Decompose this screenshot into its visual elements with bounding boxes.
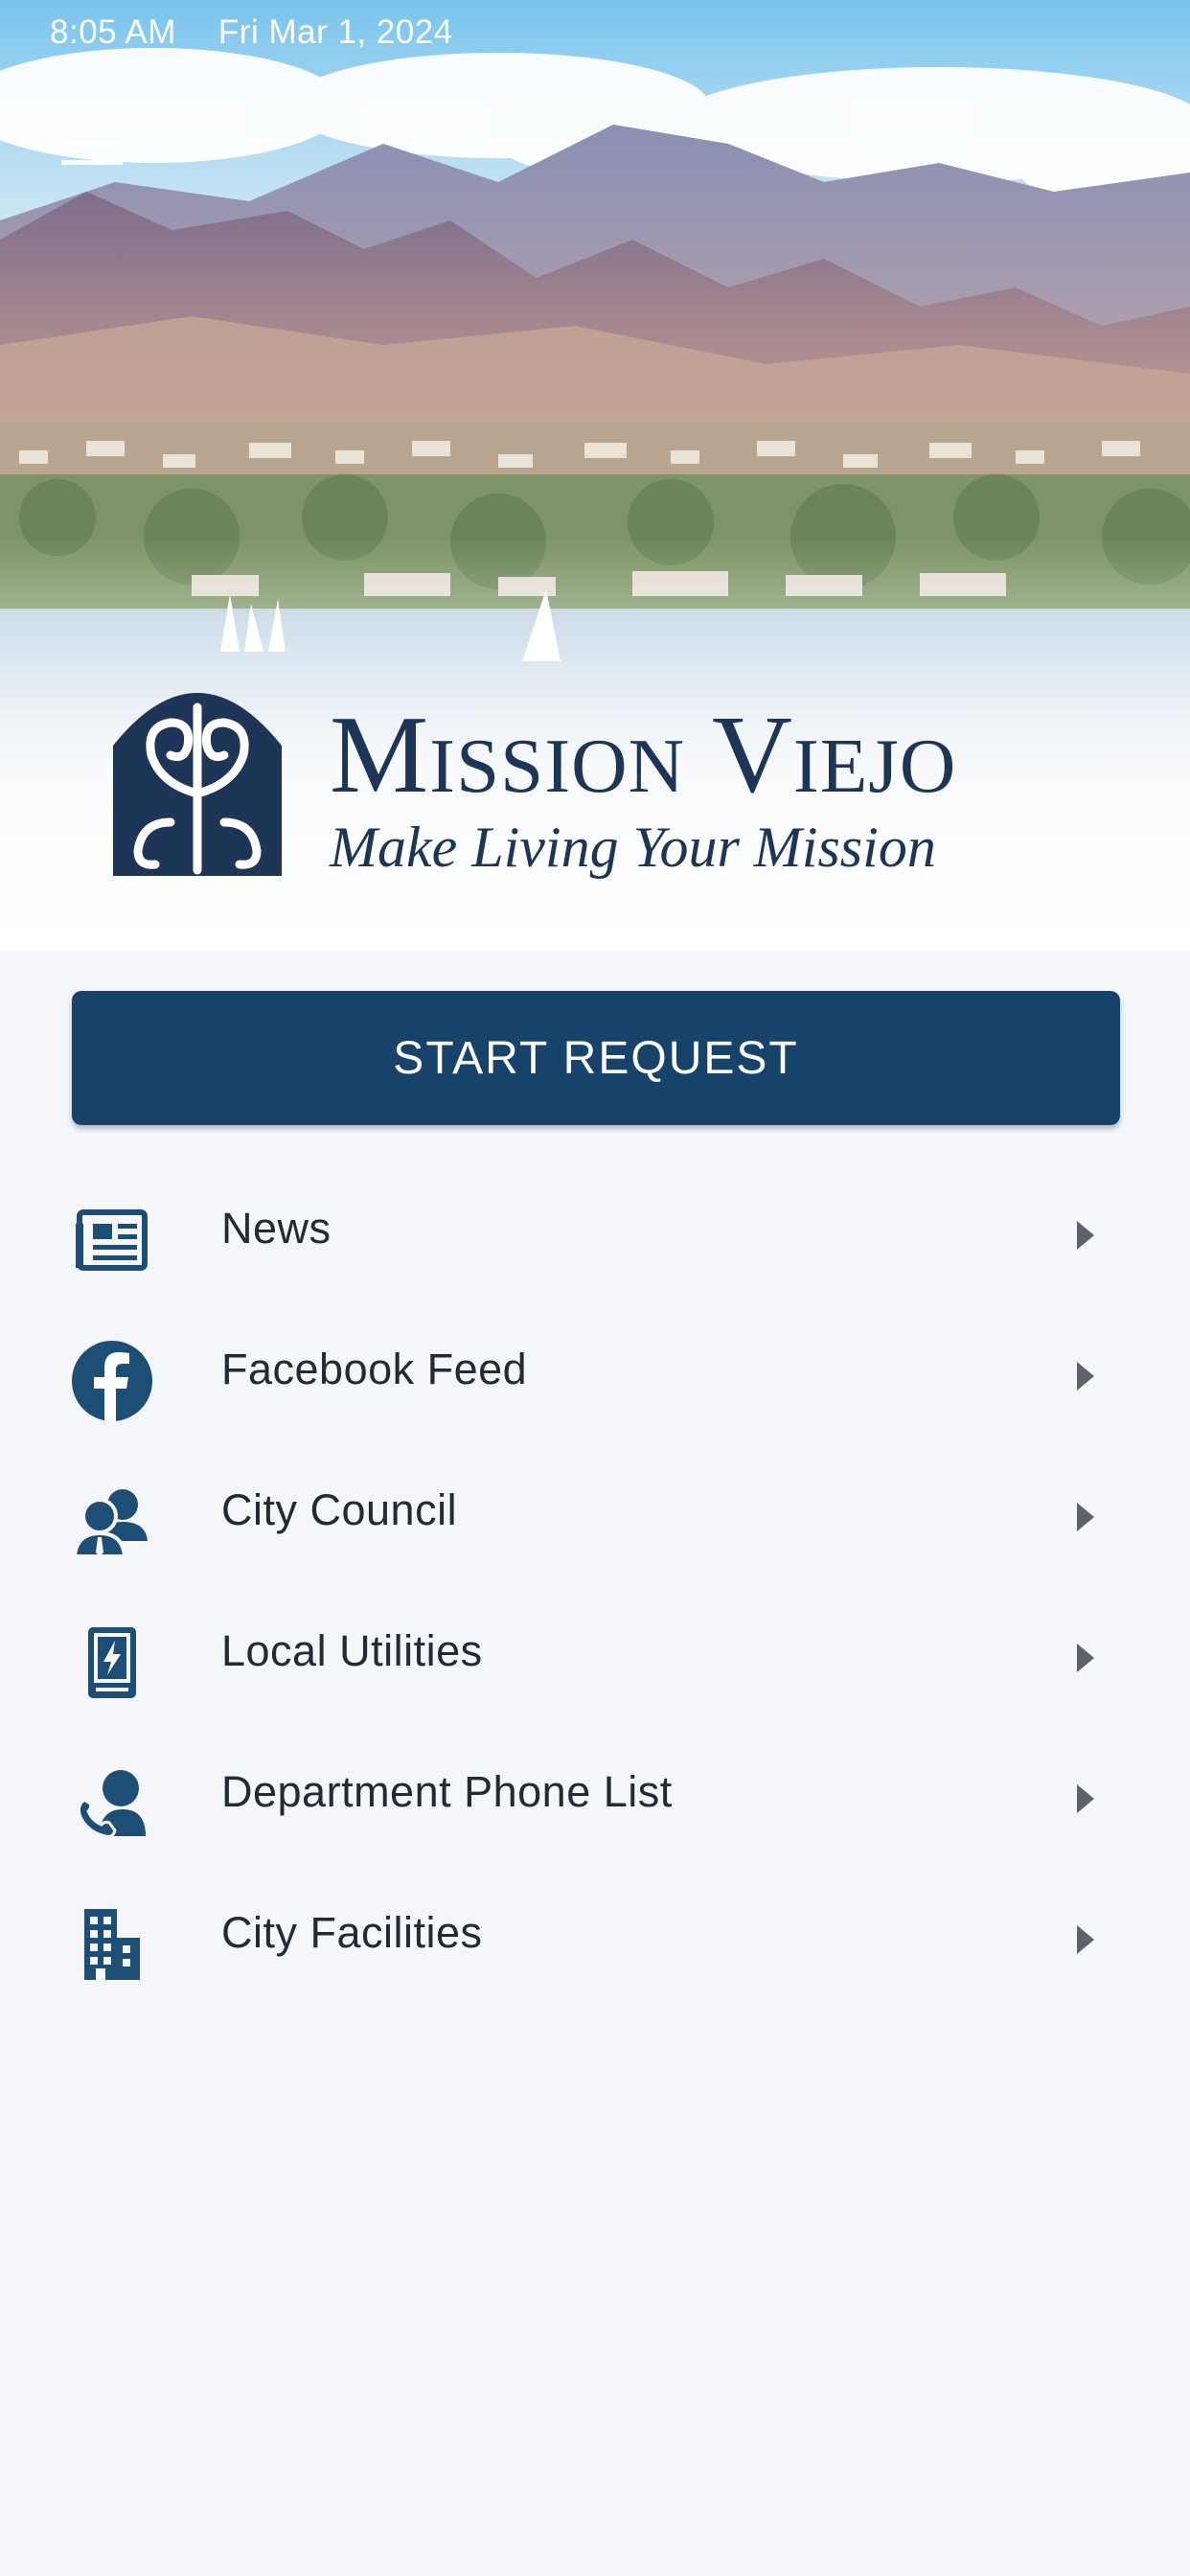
chevron-right-icon: [1077, 1503, 1094, 1531]
menu-item-label: News: [221, 1204, 332, 1253]
main-menu-list: News Facebook Feed City Council Local Ut…: [0, 1162, 1190, 2007]
menu-item-news[interactable]: News: [0, 1162, 1190, 1302]
status-date: Fri Mar 1, 2024: [217, 13, 453, 51]
menu-item-department-phone-list[interactable]: Department Phone List: [0, 1725, 1190, 1866]
tree-logo-icon: [113, 693, 282, 876]
menu-item-label: Department Phone List: [221, 1767, 673, 1816]
city-logo: Mission Viejo Make Living Your Mission: [103, 661, 1100, 891]
start-request-button[interactable]: START REQUEST: [72, 991, 1120, 1125]
chevron-right-icon: [1077, 1221, 1094, 1250]
people-icon: [69, 1482, 155, 1562]
logo-tagline: Make Living Your Mission: [330, 816, 936, 879]
chevron-right-icon: [1077, 1644, 1094, 1672]
phone-contact-icon: [69, 1763, 155, 1844]
menu-item-local-utilities[interactable]: Local Utilities: [0, 1584, 1190, 1725]
menu-item-facebook-feed[interactable]: Facebook Feed: [0, 1302, 1190, 1443]
utility-bolt-icon: [69, 1622, 155, 1703]
newspaper-icon: [69, 1200, 155, 1280]
status-time: 8:05 AM: [50, 13, 176, 51]
status-bar: 8:05 AM Fri Mar 1, 2024: [50, 13, 453, 52]
menu-item-city-council[interactable]: City Council: [0, 1443, 1190, 1584]
menu-item-label: City Facilities: [221, 1908, 483, 1957]
hamburger-menu-icon[interactable]: [61, 121, 123, 165]
chevron-right-icon: [1077, 1362, 1094, 1391]
hero-banner: 8:05 AM Fri Mar 1, 2024 Mission Viejo Ma…: [0, 0, 1190, 951]
facebook-icon: [69, 1341, 155, 1421]
menu-item-label: City Council: [221, 1485, 458, 1534]
building-icon: [69, 1904, 155, 1985]
menu-item-label: Facebook Feed: [221, 1345, 528, 1393]
logo-city-name: Mission Viejo: [330, 694, 957, 816]
chevron-right-icon: [1077, 1925, 1094, 1954]
menu-item-city-facilities[interactable]: City Facilities: [0, 1866, 1190, 2007]
chevron-right-icon: [1077, 1784, 1094, 1813]
menu-item-label: Local Utilities: [221, 1626, 483, 1675]
